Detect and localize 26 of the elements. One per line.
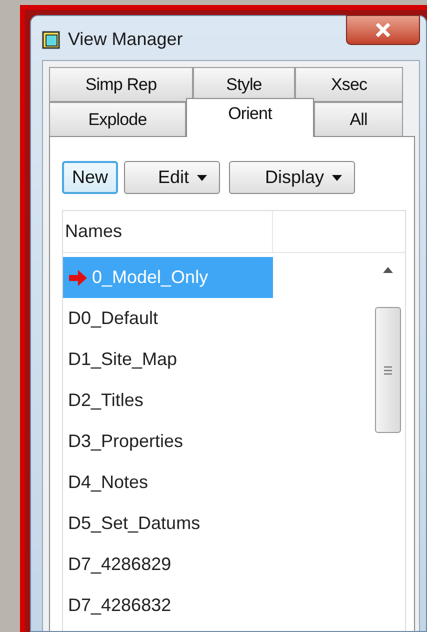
window-title: View Manager bbox=[68, 28, 183, 51]
list-item[interactable]: D3_Properties bbox=[63, 421, 363, 462]
close-icon bbox=[375, 23, 391, 37]
list-item[interactable]: D4_Notes bbox=[63, 462, 363, 503]
tab[interactable]: Simp Rep bbox=[49, 67, 193, 102]
toolbar-button[interactable]: New bbox=[62, 161, 118, 194]
toolbar-button[interactable]: Display bbox=[229, 161, 356, 194]
list-item[interactable]: D2_Titles bbox=[63, 380, 363, 421]
close-button[interactable] bbox=[346, 15, 420, 45]
tab[interactable]: Orient bbox=[186, 98, 314, 137]
caret-icon bbox=[197, 174, 208, 180]
tab[interactable]: All bbox=[314, 102, 403, 137]
tab[interactable]: Explode bbox=[49, 102, 186, 137]
list-item[interactable]: D0_Default bbox=[63, 298, 363, 339]
list-item[interactable]: D5_Set_Datums bbox=[63, 503, 363, 544]
column-header[interactable]: Names bbox=[63, 211, 273, 252]
grip-icon bbox=[384, 366, 392, 374]
scroll-thumb[interactable] bbox=[375, 307, 401, 433]
list-item[interactable]: D7_4286829 bbox=[63, 544, 363, 585]
toolbar-button[interactable]: Edit bbox=[124, 161, 220, 194]
list-item[interactable]: D1_Site_Map bbox=[63, 339, 363, 380]
scroll-up-icon[interactable] bbox=[383, 267, 393, 273]
window-icon bbox=[42, 30, 60, 48]
list-item[interactable]: D7_4286832 bbox=[63, 585, 363, 626]
caret-icon bbox=[332, 174, 342, 180]
tab[interactable]: Xsec bbox=[295, 67, 403, 102]
